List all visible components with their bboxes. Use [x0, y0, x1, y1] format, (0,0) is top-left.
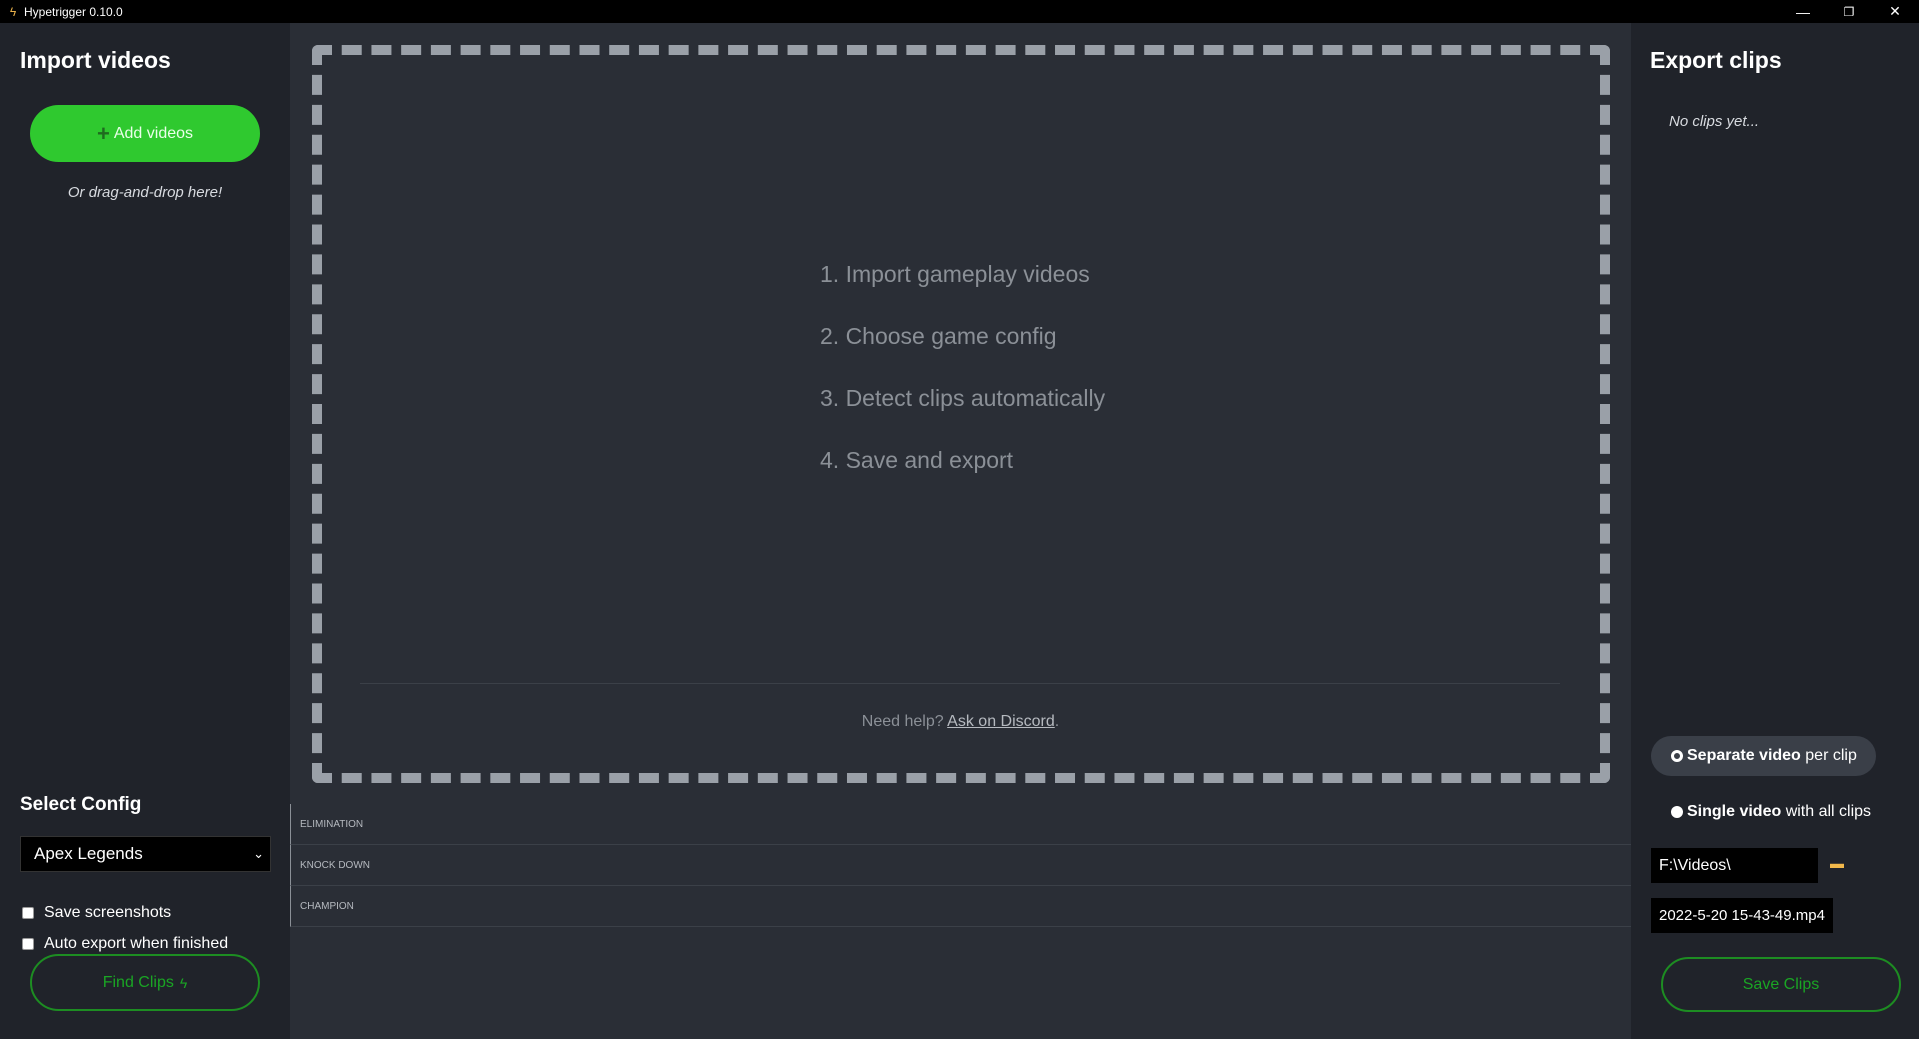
select-config-heading: Select Config — [20, 794, 142, 815]
divider — [360, 683, 1560, 684]
import-sidebar: Import videos + Add videos Or drag-and-d… — [0, 23, 290, 1039]
event-timeline: ELIMINATION KNOCK DOWN CHAMPION — [290, 804, 1631, 927]
empty-clips-text: No clips yet... — [1669, 113, 1760, 130]
plus-icon: + — [96, 120, 110, 146]
export-sidebar: Export clips No clips yet... Separate vi… — [1631, 23, 1919, 1039]
option-rest: with all clips — [1781, 803, 1872, 820]
add-videos-label: Add videos — [113, 124, 194, 142]
config-select[interactable]: Apex Legends ⌄ — [20, 836, 271, 872]
export-heading: Export clips — [1650, 47, 1782, 73]
import-heading: Import videos — [20, 47, 171, 73]
event-label: CHAMPION — [300, 900, 354, 912]
hypetrigger-logo-icon: ϟ — [9, 4, 17, 19]
event-label: ELIMINATION — [300, 818, 364, 830]
radio-selected-icon[interactable] — [1671, 750, 1683, 762]
minimize-button[interactable]: — — [1780, 0, 1826, 23]
step-item: 2. Choose game config — [820, 323, 1057, 349]
save-clips-button[interactable]: Save Clips — [1661, 957, 1901, 1012]
checkbox-label: Auto export when finished — [44, 935, 229, 952]
help-text: Need help? Ask on Discord. — [290, 713, 1631, 731]
find-clips-button[interactable]: Find Clips ϟ — [30, 954, 260, 1011]
step-item: 3. Detect clips automatically — [820, 385, 1106, 411]
lightning-icon: ϟ — [179, 974, 188, 991]
discord-link[interactable]: Ask on Discord — [947, 713, 1055, 730]
chevron-down-icon: ⌄ — [253, 846, 264, 861]
steps-list: 1. Import gameplay videos 2. Choose game… — [820, 261, 1105, 509]
help-suffix: . — [1054, 713, 1060, 730]
output-filename-field[interactable]: 2022-5-20 15-43-49.mp4 — [1651, 898, 1833, 933]
config-selected-value: Apex Legends — [34, 844, 143, 863]
drag-drop-hint: Or drag-and-drop here! — [67, 184, 223, 201]
title-bar: ϟ Hypetrigger 0.10.0 — ❐ ✕ — [0, 0, 1919, 23]
step-item: 4. Save and export — [820, 447, 1014, 473]
folder-icon[interactable]: ▬ — [1830, 855, 1847, 871]
window-title: Hypetrigger 0.10.0 — [24, 4, 123, 19]
option-bold: Single video — [1687, 803, 1782, 820]
restore-button[interactable]: ❐ — [1826, 0, 1872, 23]
option-rest: per clip — [1800, 747, 1857, 764]
separate-video-option[interactable]: Separate video per clip — [1651, 736, 1876, 776]
single-video-option[interactable]: Single video with all clips — [1671, 803, 1871, 821]
event-row-knock-down[interactable]: KNOCK DOWN — [290, 845, 1631, 886]
auto-export-checkbox[interactable]: Auto export when finished — [22, 935, 228, 953]
event-row-elimination[interactable]: ELIMINATION — [290, 804, 1631, 845]
option-bold: Separate video — [1687, 747, 1801, 764]
event-row-champion[interactable]: CHAMPION — [290, 886, 1631, 927]
step-item: 1. Import gameplay videos — [820, 261, 1090, 287]
save-screenshots-checkbox[interactable]: Save screenshots — [22, 904, 171, 922]
event-label: KNOCK DOWN — [300, 859, 370, 871]
checkbox-box[interactable] — [22, 907, 34, 919]
find-clips-label: Find Clips — [102, 973, 174, 991]
close-button[interactable]: ✕ — [1872, 0, 1918, 23]
radio-unselected-icon[interactable] — [1671, 806, 1683, 818]
output-path-field[interactable]: F:\Videos\ — [1651, 848, 1818, 883]
add-videos-button[interactable]: + Add videos — [30, 105, 260, 162]
help-prefix: Need help? — [861, 713, 944, 730]
checkbox-label: Save screenshots — [44, 904, 172, 921]
main-area: 1. Import gameplay videos 2. Choose game… — [290, 23, 1631, 1039]
checkbox-box[interactable] — [22, 938, 34, 950]
